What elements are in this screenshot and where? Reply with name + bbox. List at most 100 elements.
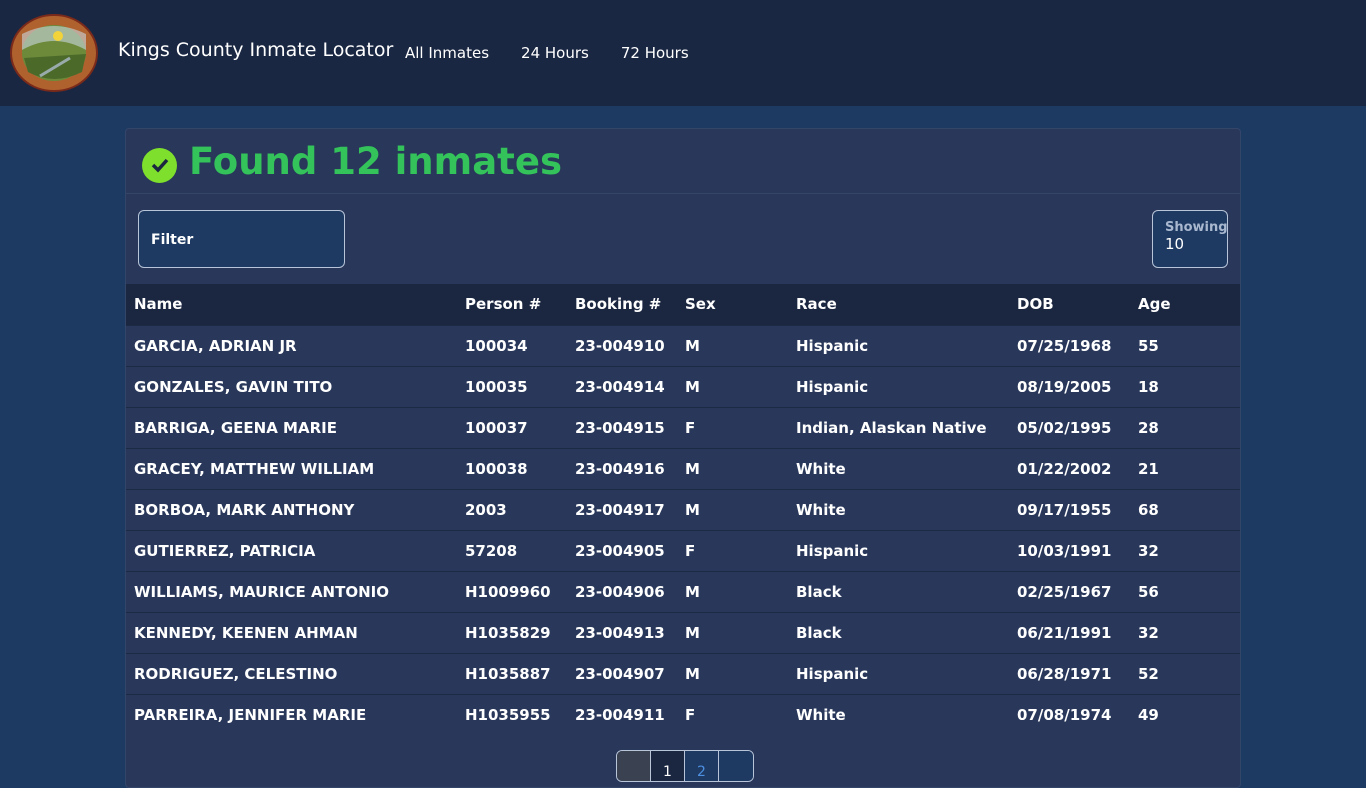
table-cell: 21 <box>1130 447 1240 489</box>
column-header[interactable]: Name <box>126 284 457 325</box>
column-header[interactable]: Age <box>1130 284 1240 325</box>
table-cell: PARREIRA, JENNIFER MARIE <box>126 693 457 735</box>
table-cell: 68 <box>1130 488 1240 530</box>
table-cell: M <box>677 570 788 612</box>
table-cell: GUTIERREZ, PATRICIA <box>126 529 457 571</box>
table-cell: GRACEY, MATTHEW WILLIAM <box>126 447 457 489</box>
table-cell: Black <box>788 611 1009 653</box>
table-cell: GARCIA, ADRIAN JR <box>126 324 457 366</box>
prev-page-button[interactable] <box>617 751 651 781</box>
table-cell: F <box>677 406 788 448</box>
results-card: Found 12 inmates Filter Showing 10 Name P… <box>125 128 1241 788</box>
table-cell: Indian, Alaskan Native <box>788 406 1009 448</box>
table-cell: 23-004916 <box>567 447 677 489</box>
navbar: Kings County Inmate Locator All Inmates … <box>0 0 1366 106</box>
site-title[interactable]: Kings County Inmate Locator <box>118 39 393 61</box>
table-cell: 56 <box>1130 570 1240 612</box>
table-cell: 52 <box>1130 652 1240 694</box>
table-cell: M <box>677 324 788 366</box>
table-cell: 08/19/2005 <box>1009 365 1130 407</box>
table-cell: Hispanic <box>788 529 1009 571</box>
next-page-button[interactable] <box>719 751 753 781</box>
table-cell: 23-004913 <box>567 611 677 653</box>
table-cell: 23-004917 <box>567 488 677 530</box>
pagination: 1 2 <box>616 750 754 782</box>
table-cell: 23-004905 <box>567 529 677 571</box>
table-cell: White <box>788 693 1009 735</box>
table-cell: H1035955 <box>457 693 567 735</box>
table-cell: RODRIGUEZ, CELESTINO <box>126 652 457 694</box>
table-row[interactable]: WILLIAMS, MAURICE ANTONIO H1009960 23-0049… <box>126 570 1240 612</box>
table-cell: 23-004906 <box>567 570 677 612</box>
table-cell: H1035829 <box>457 611 567 653</box>
column-header[interactable]: Sex <box>677 284 788 325</box>
table-cell: M <box>677 447 788 489</box>
table-row[interactable]: GRACEY, MATTHEW WILLIAM 100038 23-004916 M W… <box>126 447 1240 489</box>
table-cell: 23-004910 <box>567 324 677 366</box>
results-title: Found 12 inmates <box>189 139 562 183</box>
table-cell: 05/02/1995 <box>1009 406 1130 448</box>
table-cell: 09/17/1955 <box>1009 488 1130 530</box>
table-cell: KENNEDY, KEENEN AHMAN <box>126 611 457 653</box>
showing-label: Showing <box>1165 220 1228 235</box>
page-1-button[interactable]: 1 <box>651 751 685 781</box>
table-cell: M <box>677 652 788 694</box>
table-cell: 07/25/1968 <box>1009 324 1130 366</box>
table-cell: 06/21/1991 <box>1009 611 1130 653</box>
table-cell: 23-004914 <box>567 365 677 407</box>
table-cell: 10/03/1991 <box>1009 529 1130 571</box>
table-cell: 28 <box>1130 406 1240 448</box>
table-cell: GONZALES, GAVIN TITO <box>126 365 457 407</box>
table-cell: White <box>788 488 1009 530</box>
table-cell: BORBOA, MARK ANTHONY <box>126 488 457 530</box>
table-row[interactable]: KENNEDY, KEENEN AHMAN H1035829 23-004913 M B… <box>126 611 1240 653</box>
table-cell: 07/08/1974 <box>1009 693 1130 735</box>
check-circle-icon <box>142 147 177 183</box>
inmates-table: Name Person # Booking # Sex Race DOB Age GARCI… <box>126 284 1240 735</box>
column-header[interactable]: Person # <box>457 284 567 325</box>
table-cell: Black <box>788 570 1009 612</box>
table-cell: 2003 <box>457 488 567 530</box>
table-cell: 18 <box>1130 365 1240 407</box>
table-row[interactable]: PARREIRA, JENNIFER MARIE H1035955 23-00491… <box>126 693 1240 735</box>
table-cell: F <box>677 529 788 571</box>
table-cell: Hispanic <box>788 365 1009 407</box>
nav-72-hours[interactable]: 72 Hours <box>621 44 689 62</box>
column-header[interactable]: Race <box>788 284 1009 325</box>
table-cell: 32 <box>1130 611 1240 653</box>
table-cell: 55 <box>1130 324 1240 366</box>
table-row[interactable]: RODRIGUEZ, CELESTINO H1035887 23-004907 M Hi… <box>126 652 1240 694</box>
filter-input[interactable]: Filter <box>138 210 345 268</box>
table-cell: Hispanic <box>788 324 1009 366</box>
table-cell: M <box>677 488 788 530</box>
table-cell: 49 <box>1130 693 1240 735</box>
page-2-button[interactable]: 2 <box>685 751 719 781</box>
table-cell: BARRIGA, GEENA MARIE <box>126 406 457 448</box>
table-row[interactable]: BARRIGA, GEENA MARIE 100037 23-004915 F Indi… <box>126 406 1240 448</box>
nav-all-inmates[interactable]: All Inmates <box>405 44 489 62</box>
table-cell: 57208 <box>457 529 567 571</box>
table-cell: H1009960 <box>457 570 567 612</box>
table-cell: 100035 <box>457 365 567 407</box>
table-row[interactable]: BORBOA, MARK ANTHONY 2003 23-004917 M White 0… <box>126 488 1240 530</box>
table-cell: 01/22/2002 <box>1009 447 1130 489</box>
table-cell: M <box>677 365 788 407</box>
table-cell: WILLIAMS, MAURICE ANTONIO <box>126 570 457 612</box>
table-cell: 100037 <box>457 406 567 448</box>
showing-value: 10 <box>1165 235 1185 253</box>
county-seal-logo[interactable] <box>10 14 98 92</box>
nav-24-hours[interactable]: 24 Hours <box>521 44 589 62</box>
table-cell: 100038 <box>457 447 567 489</box>
table-row[interactable]: GONZALES, GAVIN TITO 100035 23-004914 M Hisp… <box>126 365 1240 407</box>
table-cell: 06/28/1971 <box>1009 652 1130 694</box>
showing-select[interactable]: Showing 10 <box>1152 210 1228 268</box>
table-cell: 23-004907 <box>567 652 677 694</box>
table-cell: 100034 <box>457 324 567 366</box>
table-cell: Hispanic <box>788 652 1009 694</box>
column-header[interactable]: DOB <box>1009 284 1130 325</box>
table-row[interactable]: GARCIA, ADRIAN JR 100034 23-004910 M Hispani… <box>126 324 1240 366</box>
column-header[interactable]: Booking # <box>567 284 677 325</box>
table-row[interactable]: GUTIERREZ, PATRICIA 57208 23-004905 F Hispan… <box>126 529 1240 571</box>
table-cell: White <box>788 447 1009 489</box>
table-cell: 23-004915 <box>567 406 677 448</box>
